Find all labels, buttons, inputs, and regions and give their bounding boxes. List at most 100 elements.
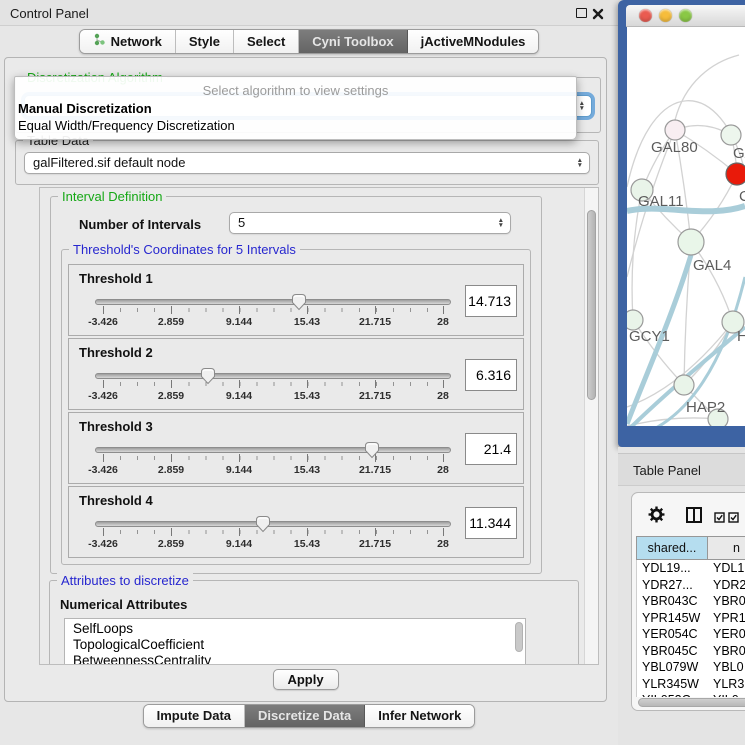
cell-name[interactable]: YER0 — [709, 626, 745, 643]
cell-shared-name[interactable]: YDR27... — [637, 577, 709, 594]
cyni-tab-impute-data[interactable]: Impute Data — [144, 705, 245, 727]
attribute-list-item[interactable]: TopologicalCoefficient — [73, 637, 525, 653]
cell-name[interactable]: YBR0 — [709, 593, 745, 610]
panel-tab-select[interactable]: Select — [234, 30, 299, 53]
table-row[interactable]: YLR345WYLR3 — [637, 676, 745, 693]
column-header-name[interactable]: n — [708, 536, 745, 560]
svg-text:H: H — [737, 328, 745, 345]
network-node[interactable] — [721, 125, 741, 145]
network-node-gcy1[interactable] — [627, 310, 643, 330]
cyni-tab-discretize-data[interactable]: Discretize Data — [245, 705, 365, 727]
cell-shared-name[interactable]: YER054C — [637, 626, 709, 643]
network-node-highlighted[interactable] — [726, 163, 745, 185]
close-traffic-light-icon[interactable] — [639, 9, 652, 22]
slider-tick-label: 9.144 — [226, 538, 252, 550]
table-row[interactable]: YIL052CYIL0 — [637, 692, 745, 697]
table-row[interactable]: YDR27...YDR2 — [637, 577, 745, 594]
table-row[interactable]: YPR145WYPR1 — [637, 610, 745, 627]
minimize-traffic-light-icon[interactable] — [659, 9, 672, 22]
cell-shared-name[interactable]: YLR345W — [637, 676, 709, 693]
checkbox-icon[interactable] — [714, 510, 725, 528]
table-row[interactable]: YBR045CYBR0 — [637, 643, 745, 660]
threshold-panel-4: Threshold 4-3.4262.8599.14415.4321.71528… — [68, 486, 524, 558]
cell-shared-name[interactable]: YDL19... — [637, 560, 709, 577]
cell-shared-name[interactable]: YBR045C — [637, 643, 709, 660]
slider-major-tick — [443, 528, 444, 536]
threshold-slider[interactable]: -3.4262.8599.14415.4321.71528 — [95, 513, 451, 557]
cell-name[interactable]: YDL1 — [709, 560, 744, 577]
slider-major-tick — [375, 528, 376, 536]
threshold-value-field[interactable]: 11.344 — [465, 507, 517, 539]
slider-major-tick — [103, 380, 104, 388]
table-horizontal-scrollbar-thumb[interactable] — [638, 698, 745, 707]
slider-handle[interactable] — [364, 441, 380, 459]
cell-name[interactable]: YPR1 — [709, 610, 745, 627]
settings-scrollbar-thumb[interactable] — [587, 210, 596, 400]
table-data-value: galFiltered.sif default node — [33, 155, 185, 170]
slider-handle[interactable] — [200, 367, 216, 385]
network-node-hap2[interactable] — [674, 375, 694, 395]
cell-shared-name[interactable]: YBL079W — [637, 659, 709, 676]
attribute-list-item[interactable]: SelfLoops — [73, 621, 525, 637]
network-window-titlebar[interactable] — [626, 5, 745, 27]
network-canvas[interactable]: GAL80 GA GAL11 C GAL4 GCY1 H HAP2 — [627, 27, 745, 426]
cell-shared-name[interactable]: YPR145W — [637, 610, 709, 627]
checkbox-icon[interactable] — [728, 510, 739, 528]
numerical-attributes-list[interactable]: SelfLoopsTopologicalCoefficientBetweenne… — [64, 618, 526, 665]
float-window-icon[interactable] — [576, 8, 587, 18]
slider-handle[interactable] — [291, 293, 307, 311]
table-row[interactable]: YBL079WYBL0 — [637, 659, 745, 676]
slider-major-tick — [375, 380, 376, 388]
slider-scale: -3.4262.8599.14415.4321.71528 — [103, 439, 443, 483]
network-node-gal80[interactable] — [665, 120, 685, 140]
threshold-slider[interactable]: -3.4262.8599.14415.4321.71528 — [95, 365, 451, 409]
cyni-tab-infer-network[interactable]: Infer Network — [365, 705, 474, 727]
split-column-icon[interactable] — [685, 506, 703, 529]
slider-tick-label: 9.144 — [226, 390, 252, 402]
popup-item[interactable]: Manual Discretization — [15, 100, 576, 117]
cell-shared-name[interactable]: YBR043C — [637, 593, 709, 610]
list-scrollbar-thumb[interactable] — [515, 622, 523, 652]
table-panel-title: Table Panel — [633, 463, 701, 478]
threshold-value-field[interactable]: 14.713 — [465, 285, 517, 317]
cell-name[interactable]: YBL0 — [709, 659, 744, 676]
table-row[interactable]: YER054CYER0 — [637, 626, 745, 643]
slider-major-tick — [103, 454, 104, 462]
zoom-traffic-light-icon[interactable] — [679, 9, 692, 22]
number-of-intervals-label: Number of Intervals — [79, 217, 201, 232]
column-header-shared-name[interactable]: shared... — [636, 536, 708, 560]
network-node-gal4[interactable] — [678, 229, 704, 255]
attribute-list-item[interactable]: BetweennessCentrality — [73, 653, 525, 665]
cell-name[interactable]: YDR2 — [709, 577, 745, 594]
panel-tab-cyni-toolbox[interactable]: Cyni Toolbox — [299, 30, 407, 53]
gear-icon[interactable] — [648, 506, 665, 528]
slider-handle[interactable] — [255, 515, 271, 533]
slider-tick-label: -3.426 — [88, 538, 118, 550]
panel-tab-jactivemnodules[interactable]: jActiveMNodules — [408, 30, 539, 53]
threshold-value-field[interactable]: 21.4 — [465, 433, 517, 465]
tab-label: Cyni Toolbox — [312, 34, 393, 49]
svg-text:HAP2: HAP2 — [686, 399, 725, 416]
threshold-slider[interactable]: -3.4262.8599.14415.4321.71528 — [95, 439, 451, 483]
threshold-value-field[interactable]: 6.316 — [465, 359, 517, 391]
threshold-slider[interactable]: -3.4262.8599.14415.4321.71528 — [95, 291, 451, 335]
settings-scrollpane: Interval Definition Number of Intervals … — [39, 187, 599, 665]
apply-button[interactable]: Apply — [273, 669, 339, 690]
table-data-combobox[interactable]: galFiltered.sif default node — [24, 152, 590, 174]
number-of-intervals-combobox[interactable]: 5 — [229, 212, 511, 234]
cell-name[interactable]: YIL0 — [709, 692, 739, 697]
cell-name[interactable]: YBR0 — [709, 643, 745, 660]
attributes-group: Attributes to discretize Numerical Attri… — [49, 580, 579, 665]
cell-shared-name[interactable]: YIL052C — [637, 692, 709, 697]
cell-name[interactable]: YLR3 — [709, 676, 744, 693]
panel-tab-network[interactable]: Network — [80, 30, 176, 53]
desktop: Control Panel NetworkStyleSelectCyni Too… — [0, 0, 745, 745]
panel-tab-style[interactable]: Style — [176, 30, 234, 53]
popup-item[interactable]: Equal Width/Frequency Discretization — [15, 117, 576, 134]
cyni-toolbox-pane: Discretization Algorithm Select algorith… — [4, 57, 607, 702]
table-row[interactable]: YBR043CYBR0 — [637, 593, 745, 610]
settings-scrollbar[interactable] — [584, 188, 598, 664]
threshold-panel-2: Threshold 2-3.4262.8599.14415.4321.71528… — [68, 338, 524, 410]
table-row[interactable]: YDL19...YDL1 — [637, 560, 745, 577]
close-icon[interactable] — [592, 7, 604, 19]
